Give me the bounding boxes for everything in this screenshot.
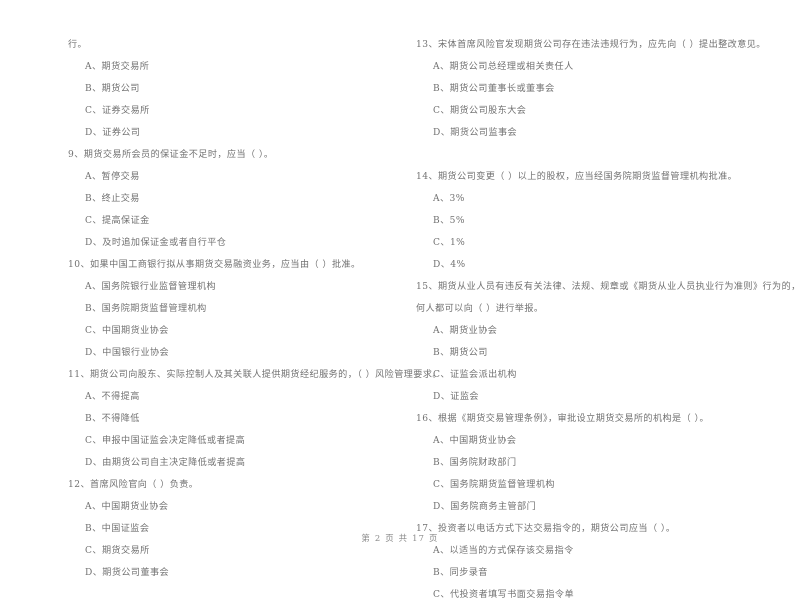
option-item[interactable]: C、申报中国证监会决定降低或者提高: [68, 430, 390, 452]
two-column-layout: 行。 A、期货交易所 B、期货公司 C、证券交易所 D、证券公司 9、期货交易所…: [0, 34, 800, 606]
option-item[interactable]: C、证券交易所: [68, 100, 390, 122]
option-item[interactable]: A、中国期货业协会: [68, 496, 390, 518]
question-14: 14、期货公司变更（ ）以上的股权，应当经国务院期货监督管理机构批准。 A、3%…: [416, 166, 772, 276]
option-item[interactable]: B、国务院财政部门: [416, 452, 772, 474]
option-item[interactable]: B、终止交易: [68, 188, 390, 210]
option-item[interactable]: A、3%: [416, 188, 772, 210]
left-column: 行。 A、期货交易所 B、期货公司 C、证券交易所 D、证券公司 9、期货交易所…: [0, 34, 442, 606]
option-item[interactable]: D、证监会: [416, 386, 772, 408]
option-item[interactable]: C、提高保证金: [68, 210, 390, 232]
question-stem-line-1: 15、期货从业人员有违反有关法律、法规、规章或《期货从业人员执业行为准则》行为的…: [416, 282, 800, 292]
question-11: 11、期货公司向股东、实际控制人及其关联人提供期货经纪服务的，（ ）风险管理要求…: [68, 364, 442, 474]
option-group-carryover: A、期货交易所 B、期货公司 C、证券交易所 D、证券公司: [68, 56, 390, 144]
continuation-line: 行。: [68, 40, 88, 50]
option-item[interactable]: A、中国期货业协会: [416, 430, 772, 452]
question-stem: 11、期货公司向股东、实际控制人及其关联人提供期货经纪服务的，（ ）风险管理要求…: [68, 370, 442, 380]
option-item[interactable]: B、期货公司: [68, 78, 390, 100]
option-item[interactable]: A、暂停交易: [68, 166, 390, 188]
question-stem: 10、如果中国工商银行拟从事期货交易融资业务，应当由（ ）批准。: [68, 260, 361, 270]
option-item[interactable]: B、期货公司董事长或董事会: [416, 78, 772, 100]
question-10: 10、如果中国工商银行拟从事期货交易融资业务，应当由（ ）批准。 A、国务院银行…: [68, 254, 390, 364]
option-item[interactable]: A、期货业协会: [416, 320, 772, 342]
option-item[interactable]: A、期货公司总经理或相关责任人: [416, 56, 772, 78]
option-item[interactable]: B、不得降低: [68, 408, 390, 430]
option-item[interactable]: C、1%: [416, 232, 772, 254]
option-item[interactable]: D、由期货公司自主决定降低或者提高: [68, 452, 390, 474]
option-item[interactable]: D、期货公司董事会: [68, 562, 390, 584]
question-stem: 9、期货交易所会员的保证金不足时，应当（ ）。: [68, 150, 274, 160]
question-13: 13、宋体首席风险官发现期货公司存在违法违规行为，应先向（ ）提出整改意见。 A…: [416, 34, 772, 144]
exam-page: 行。 A、期货交易所 B、期货公司 C、证券交易所 D、证券公司 9、期货交易所…: [0, 0, 800, 600]
question-stem-line-2: 何人都可以向（ ）进行举报。: [416, 304, 544, 314]
question-stem: 14、期货公司变更（ ）以上的股权，应当经国务院期货监督管理机构批准。: [416, 172, 738, 182]
question-stem: 16、根据《期货交易管理条例》，审批设立期货交易所的机构是（ ）。: [416, 414, 710, 424]
option-item[interactable]: A、国务院银行业监督管理机构: [68, 276, 390, 298]
option-item[interactable]: C、国务院期货监督管理机构: [416, 474, 772, 496]
question-stem: 12、首席风险官向（ ）负责。: [68, 480, 199, 490]
option-item[interactable]: C、期货公司股东大会: [416, 100, 772, 122]
option-item[interactable]: B、期货公司: [416, 342, 772, 364]
question-16: 16、根据《期货交易管理条例》，审批设立期货交易所的机构是（ ）。 A、中国期货…: [416, 408, 772, 518]
option-item[interactable]: D、及时追加保证金或者自行平仓: [68, 232, 390, 254]
option-item[interactable]: C、中国期货业协会: [68, 320, 390, 342]
option-item[interactable]: D、4%: [416, 254, 772, 276]
option-item[interactable]: D、国务院商务主管部门: [416, 496, 772, 518]
option-item[interactable]: A、不得提高: [68, 386, 390, 408]
option-item[interactable]: D、证券公司: [68, 122, 390, 144]
option-item[interactable]: C、代投资者填写书面交易指令单: [416, 584, 772, 606]
option-item[interactable]: B、5%: [416, 210, 772, 232]
question-9: 9、期货交易所会员的保证金不足时，应当（ ）。 A、暂停交易 B、终止交易 C、…: [68, 144, 390, 254]
right-column: 13、宋体首席风险官发现期货公司存在违法违规行为，应先向（ ）提出整改意见。 A…: [400, 34, 800, 606]
option-item[interactable]: B、同步录音: [416, 562, 772, 584]
page-footer: 第 2 页 共 17 页: [361, 533, 439, 543]
option-item[interactable]: C、证监会派出机构: [416, 364, 772, 386]
option-item[interactable]: B、国务院期货监督管理机构: [68, 298, 390, 320]
option-item[interactable]: A、期货交易所: [68, 56, 390, 78]
question-15: 15、期货从业人员有违反有关法律、法规、规章或《期货从业人员执业行为准则》行为的…: [416, 276, 800, 408]
question-12: 12、首席风险官向（ ）负责。 A、中国期货业协会 B、中国证监会 C、期货交易…: [68, 474, 390, 584]
option-item[interactable]: D、期货公司监事会: [416, 122, 772, 144]
question-stem: 13、宋体首席风险官发现期货公司存在违法违规行为，应先向（ ）提出整改意见。: [416, 40, 766, 50]
option-item[interactable]: D、中国银行业协会: [68, 342, 390, 364]
